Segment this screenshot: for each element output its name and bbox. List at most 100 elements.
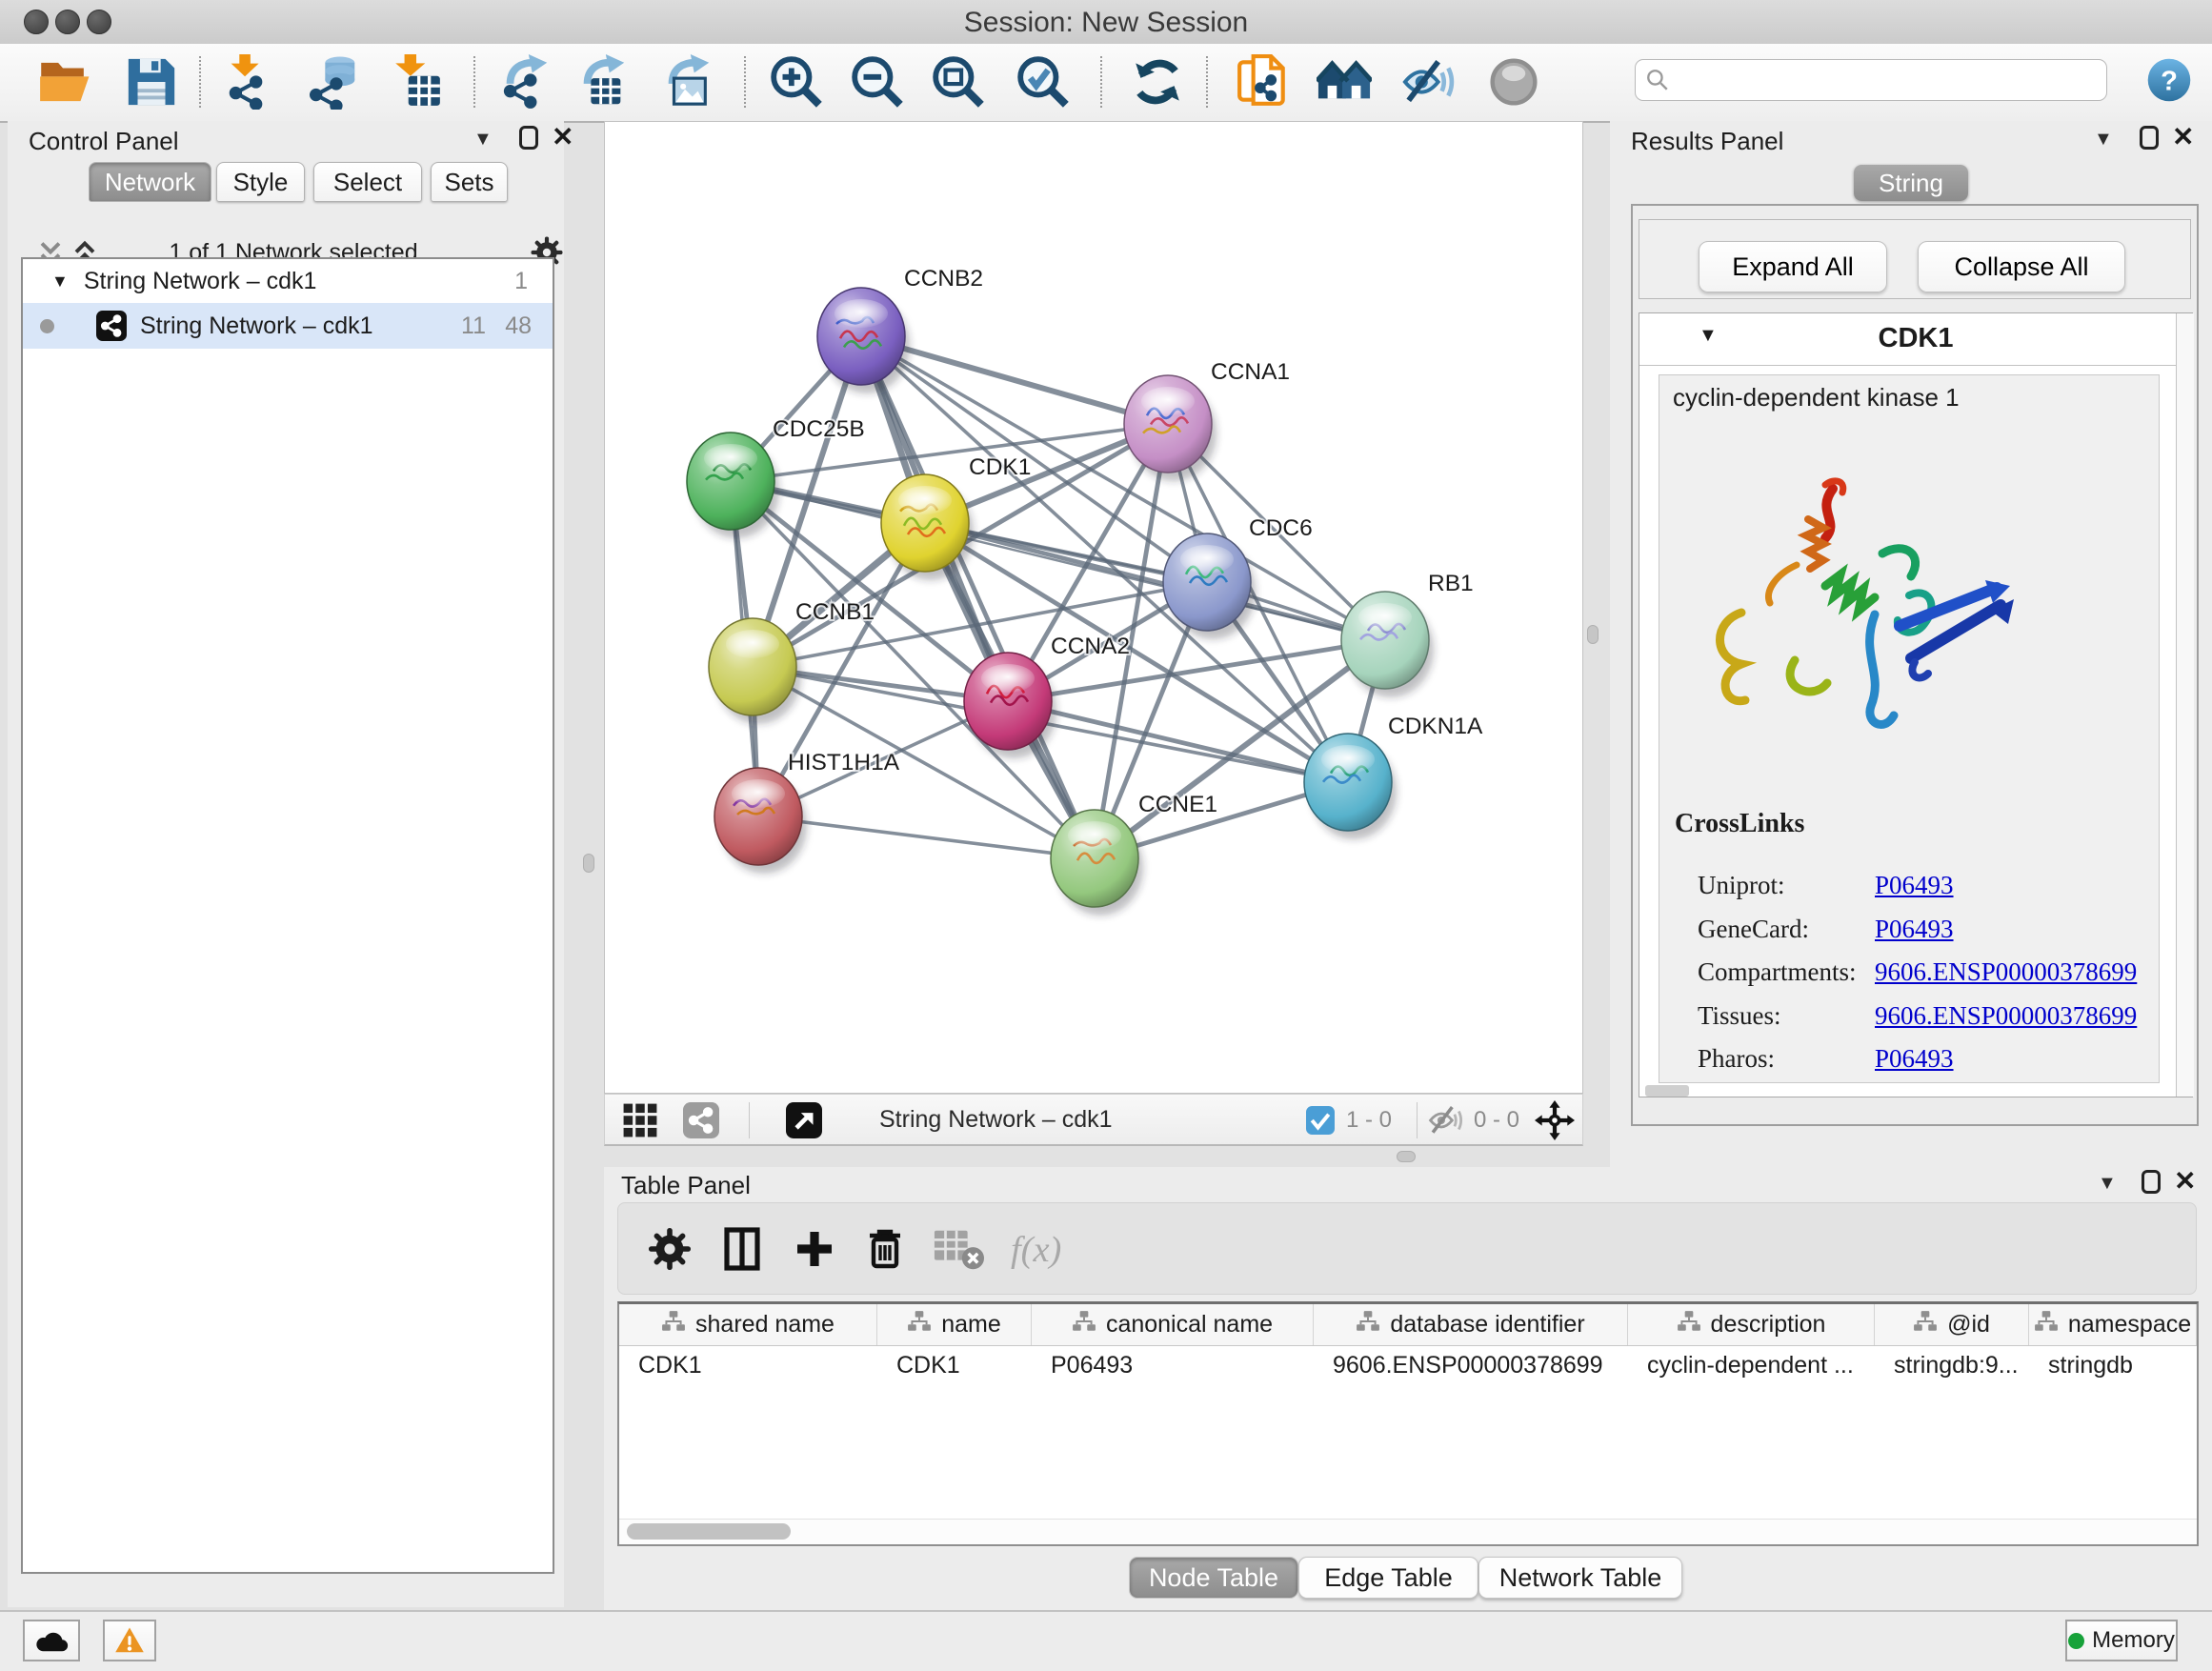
toolbar-separator <box>1100 56 1102 108</box>
table-panel-collapse-icon[interactable]: ▼ <box>2098 1173 2117 1195</box>
tab-node-table[interactable]: Node Table <box>1129 1557 1298 1599</box>
export-network-button[interactable] <box>497 54 553 110</box>
table-hscroll-thumb[interactable] <box>627 1523 791 1540</box>
toolbar-separator <box>473 56 475 108</box>
zoom-in-button[interactable] <box>769 54 824 110</box>
table-panel-float-icon[interactable] <box>2142 1170 2161 1194</box>
export-table-button[interactable] <box>574 54 630 110</box>
warnings-button[interactable] <box>103 1620 156 1661</box>
show-columns-icon[interactable] <box>719 1226 765 1272</box>
network-row-selected[interactable]: String Network – cdk1 11 48 <box>23 303 553 349</box>
table-row[interactable]: CDK1CDK1P064939606.ENSP00000378699cyclin… <box>619 1346 2197 1384</box>
network-canvas[interactable]: CCNB2CCNA1CDC25BCDK1CDC6RB1CCNB1CCNA2CDK… <box>605 122 1582 1093</box>
hidden-eye-icon[interactable] <box>1428 1104 1464 1137</box>
column-label: canonical name <box>1106 1311 1273 1339</box>
tab-network[interactable]: Network <box>89 162 211 202</box>
crosslink-link[interactable]: P06493 <box>1875 915 1954 943</box>
control-panel-float-icon[interactable] <box>519 126 538 150</box>
table-cell[interactable]: P06493 <box>1032 1346 1314 1384</box>
column-header-shared-name[interactable]: shared name <box>619 1304 877 1345</box>
network-type-icon[interactable] <box>683 1102 719 1138</box>
import-network-database-button[interactable] <box>307 54 362 110</box>
tab-network-table[interactable]: Network Table <box>1478 1557 1682 1599</box>
birds-eye-view-icon[interactable] <box>786 1102 822 1138</box>
show-hide-graphics-button[interactable] <box>1401 54 1457 110</box>
zoom-fit-button[interactable] <box>931 54 986 110</box>
expand-all-button[interactable]: Expand All <box>1699 241 1887 292</box>
network-canvas-area[interactable]: CCNB2CCNA1CDC25BCDK1CDC6RB1CCNB1CCNA2CDK… <box>604 121 1583 1094</box>
network-collection-row[interactable]: ▼ String Network – cdk1 1 <box>23 259 553 303</box>
create-column-icon[interactable] <box>792 1226 837 1272</box>
crosslink-link[interactable]: 9606.ENSP00000378699 <box>1875 1001 2137 1030</box>
home-pages-button[interactable] <box>1317 54 1372 110</box>
memory-button[interactable]: Memory <box>2065 1620 2178 1661</box>
move-crosshair-icon[interactable] <box>1535 1100 1575 1140</box>
table-cell[interactable]: stringdb:9... <box>1875 1346 2029 1384</box>
export-image-button[interactable] <box>659 54 714 110</box>
open-session-button[interactable] <box>39 54 94 110</box>
network-edge-count: 48 <box>505 312 532 340</box>
refresh-view-button[interactable] <box>1130 54 1185 110</box>
eye-disabled-icon <box>1486 97 1541 113</box>
results-scroll-thumb[interactable] <box>1645 1085 1689 1097</box>
collapse-all-button[interactable]: Collapse All <box>1918 241 2125 292</box>
table-cell[interactable]: 9606.ENSP00000378699 <box>1314 1346 1628 1384</box>
control-panel-collapse-icon[interactable]: ▼ <box>473 129 493 151</box>
refresh-view-icon <box>1130 97 1185 113</box>
delete-table-icon[interactable] <box>933 1226 984 1272</box>
search-field[interactable] <box>1635 59 2107 101</box>
crosslink-link[interactable]: 9606.ENSP00000378699 <box>1875 957 2137 986</box>
column-header-canonical-name[interactable]: canonical name <box>1032 1304 1314 1345</box>
network-edge-CCNB2-CCNE1[interactable] <box>861 336 1095 858</box>
tab-string[interactable]: String <box>1854 165 1968 201</box>
cloud-button[interactable] <box>23 1620 80 1661</box>
table-cell[interactable]: stringdb <box>2029 1346 2197 1384</box>
zoom-out-button[interactable] <box>850 54 905 110</box>
crosslink-link[interactable]: P06493 <box>1875 871 1954 899</box>
table-hscrollbar[interactable] <box>619 1519 2197 1544</box>
bottom-splitter-handle[interactable] <box>1397 1151 1416 1162</box>
grid-view-icon[interactable] <box>622 1102 658 1138</box>
import-network-file-button[interactable] <box>219 54 274 110</box>
string-network-icon <box>96 311 127 341</box>
results-panel-float-icon[interactable] <box>2140 126 2159 150</box>
table-options-gear-icon[interactable] <box>647 1226 693 1272</box>
network-edge-HIST1H1A-CCNE1[interactable] <box>758 816 1095 858</box>
selected-checkbox-icon[interactable] <box>1306 1106 1335 1135</box>
toolbar-separator <box>744 56 746 108</box>
tree-expand-icon[interactable]: ▼ <box>51 272 69 292</box>
cloud-icon <box>34 1628 69 1654</box>
tab-edge-table[interactable]: Edge Table <box>1298 1557 1478 1599</box>
import-table-file-button[interactable] <box>389 54 444 110</box>
eye-disabled-button[interactable] <box>1486 54 1541 110</box>
save-session-button[interactable] <box>124 54 179 110</box>
gene-header-row[interactable]: ▼ CDK1 <box>1639 313 2192 366</box>
crosslink-link[interactable]: P06493 <box>1875 1044 1954 1073</box>
search-input[interactable] <box>1670 62 2106 98</box>
column-label: database identifier <box>1390 1311 1584 1339</box>
column-header-description[interactable]: description <box>1628 1304 1875 1345</box>
table-cell[interactable]: CDK1 <box>619 1346 877 1384</box>
network-node-count: 11 <box>461 312 486 340</box>
left-splitter-handle[interactable] <box>583 854 594 873</box>
column-header-database-identifier[interactable]: database identifier <box>1314 1304 1628 1345</box>
control-panel-close-icon[interactable]: ✕ <box>552 125 573 149</box>
tab-style[interactable]: Style <box>216 162 305 202</box>
tab-sets[interactable]: Sets <box>431 162 508 202</box>
zoom-selected-button[interactable] <box>1016 54 1071 110</box>
tab-select[interactable]: Select <box>313 162 422 202</box>
column-type-icon <box>661 1310 686 1339</box>
delete-column-icon[interactable] <box>862 1226 908 1272</box>
results-panel-close-icon[interactable]: ✕ <box>2172 125 2194 149</box>
column-header-name[interactable]: name <box>877 1304 1032 1345</box>
right-splitter-handle[interactable] <box>1587 625 1599 644</box>
table-cell[interactable]: cyclin-dependent ... <box>1628 1346 1875 1384</box>
results-panel-collapse-icon[interactable]: ▼ <box>2094 129 2113 151</box>
table-cell[interactable]: CDK1 <box>877 1346 1032 1384</box>
table-panel-close-icon[interactable]: ✕ <box>2174 1169 2196 1193</box>
results-scrollbar[interactable] <box>2176 313 2194 1097</box>
column-header--id[interactable]: @id <box>1875 1304 2029 1345</box>
share-session-button[interactable] <box>1236 54 1291 110</box>
column-header-namespace[interactable]: namespace <box>2029 1304 2197 1345</box>
help-button[interactable]: ? <box>2146 57 2192 103</box>
